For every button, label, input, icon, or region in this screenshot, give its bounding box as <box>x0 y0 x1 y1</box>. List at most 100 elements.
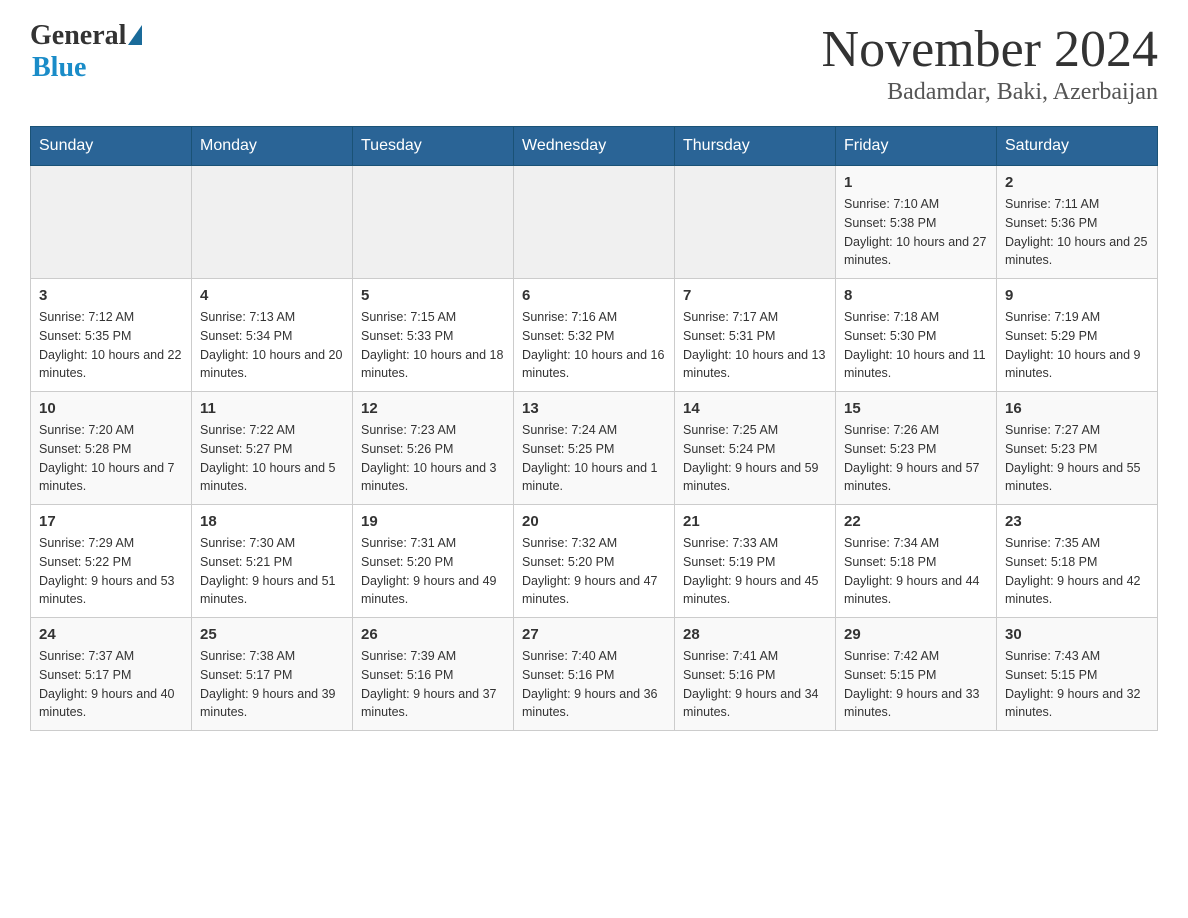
calendar-cell <box>192 166 353 279</box>
day-info: Sunrise: 7:15 AM Sunset: 5:33 PM Dayligh… <box>361 308 505 383</box>
day-info: Sunrise: 7:41 AM Sunset: 5:16 PM Dayligh… <box>683 647 827 722</box>
calendar-cell: 2 Sunrise: 7:11 AM Sunset: 5:36 PM Daylig… <box>997 166 1158 279</box>
day-info: Sunrise: 7:29 AM Sunset: 5:22 PM Dayligh… <box>39 534 183 609</box>
day-number: 11 <box>200 400 344 417</box>
day-number: 29 <box>844 626 988 643</box>
calendar-cell <box>675 166 836 279</box>
calendar-cell: 24Sunrise: 7:37 AM Sunset: 5:17 PM Dayli… <box>31 618 192 731</box>
calendar-cell: 21Sunrise: 7:33 AM Sunset: 5:19 PM Dayli… <box>675 505 836 618</box>
calendar-cell: 8 Sunrise: 7:18 AM Sunset: 5:30 PM Daylig… <box>836 279 997 392</box>
calendar-header-wednesday: Wednesday <box>514 127 675 166</box>
logo-triangle-icon <box>128 25 142 45</box>
day-number: 27 <box>522 626 666 643</box>
logo-general-text: General <box>30 20 126 52</box>
day-info: Sunrise: 7:27 AM Sunset: 5:23 PM Dayligh… <box>1005 421 1149 496</box>
calendar-cell: 3Sunrise: 7:12 AM Sunset: 5:35 PM Daylig… <box>31 279 192 392</box>
day-info: Sunrise: 7:11 AM Sunset: 5:36 PM Dayligh… <box>1005 195 1149 270</box>
calendar-cell: 4Sunrise: 7:13 AM Sunset: 5:34 PM Daylig… <box>192 279 353 392</box>
calendar-cell: 28Sunrise: 7:41 AM Sunset: 5:16 PM Dayli… <box>675 618 836 731</box>
day-info: Sunrise: 7:39 AM Sunset: 5:16 PM Dayligh… <box>361 647 505 722</box>
calendar-header-saturday: Saturday <box>997 127 1158 166</box>
day-number: 23 <box>1005 513 1149 530</box>
day-info: Sunrise: 7:24 AM Sunset: 5:25 PM Dayligh… <box>522 421 666 496</box>
day-number: 1 <box>844 174 988 191</box>
day-info: Sunrise: 7:16 AM Sunset: 5:32 PM Dayligh… <box>522 308 666 383</box>
calendar-cell: 13 Sunrise: 7:24 AM Sunset: 5:25 PM Dayli… <box>514 392 675 505</box>
day-number: 14 <box>683 400 827 417</box>
day-number: 8 <box>844 287 988 304</box>
day-info: Sunrise: 7:17 AM Sunset: 5:31 PM Dayligh… <box>683 308 827 383</box>
day-info: Sunrise: 7:35 AM Sunset: 5:18 PM Dayligh… <box>1005 534 1149 609</box>
day-info: Sunrise: 7:37 AM Sunset: 5:17 PM Dayligh… <box>39 647 183 722</box>
calendar-week-row: 3Sunrise: 7:12 AM Sunset: 5:35 PM Daylig… <box>31 279 1158 392</box>
day-number: 5 <box>361 287 505 304</box>
day-number: 12 <box>361 400 505 417</box>
calendar-cell: 26Sunrise: 7:39 AM Sunset: 5:16 PM Dayli… <box>353 618 514 731</box>
day-number: 25 <box>200 626 344 643</box>
day-number: 4 <box>200 287 344 304</box>
day-info: Sunrise: 7:23 AM Sunset: 5:26 PM Dayligh… <box>361 421 505 496</box>
title-section: November 2024 Badamdar, Baki, Azerbaijan <box>822 20 1158 106</box>
calendar-cell: 11 Sunrise: 7:22 AM Sunset: 5:27 PM Dayli… <box>192 392 353 505</box>
day-info: Sunrise: 7:20 AM Sunset: 5:28 PM Dayligh… <box>39 421 183 496</box>
calendar-cell: 23 Sunrise: 7:35 AM Sunset: 5:18 PM Dayli… <box>997 505 1158 618</box>
day-info: Sunrise: 7:19 AM Sunset: 5:29 PM Dayligh… <box>1005 308 1149 383</box>
calendar-cell <box>514 166 675 279</box>
logo: General Blue <box>30 20 142 84</box>
day-number: 22 <box>844 513 988 530</box>
day-number: 19 <box>361 513 505 530</box>
day-info: Sunrise: 7:26 AM Sunset: 5:23 PM Dayligh… <box>844 421 988 496</box>
day-number: 21 <box>683 513 827 530</box>
day-number: 18 <box>200 513 344 530</box>
day-number: 10 <box>39 400 183 417</box>
day-number: 9 <box>1005 287 1149 304</box>
calendar-cell <box>353 166 514 279</box>
day-number: 30 <box>1005 626 1149 643</box>
day-number: 13 <box>522 400 666 417</box>
calendar-cell: 29Sunrise: 7:42 AM Sunset: 5:15 PM Dayli… <box>836 618 997 731</box>
location-title: Badamdar, Baki, Azerbaijan <box>822 79 1158 106</box>
day-info: Sunrise: 7:18 AM Sunset: 5:30 PM Dayligh… <box>844 308 988 383</box>
calendar-cell: 14 Sunrise: 7:25 AM Sunset: 5:24 PM Dayli… <box>675 392 836 505</box>
day-info: Sunrise: 7:10 AM Sunset: 5:38 PM Dayligh… <box>844 195 988 270</box>
calendar-cell: 10 Sunrise: 7:20 AM Sunset: 5:28 PM Dayli… <box>31 392 192 505</box>
day-number: 20 <box>522 513 666 530</box>
calendar-header-thursday: Thursday <box>675 127 836 166</box>
day-info: Sunrise: 7:43 AM Sunset: 5:15 PM Dayligh… <box>1005 647 1149 722</box>
calendar-cell: 30 Sunrise: 7:43 AM Sunset: 5:15 PM Dayli… <box>997 618 1158 731</box>
day-info: Sunrise: 7:22 AM Sunset: 5:27 PM Dayligh… <box>200 421 344 496</box>
calendar-cell: 16 Sunrise: 7:27 AM Sunset: 5:23 PM Dayli… <box>997 392 1158 505</box>
calendar-cell: 17 Sunrise: 7:29 AM Sunset: 5:22 PM Dayli… <box>31 505 192 618</box>
calendar-cell: 19Sunrise: 7:31 AM Sunset: 5:20 PM Dayli… <box>353 505 514 618</box>
day-info: Sunrise: 7:32 AM Sunset: 5:20 PM Dayligh… <box>522 534 666 609</box>
day-info: Sunrise: 7:30 AM Sunset: 5:21 PM Dayligh… <box>200 534 344 609</box>
calendar-week-row: 1 Sunrise: 7:10 AM Sunset: 5:38 PM Daylig… <box>31 166 1158 279</box>
calendar-cell: 9 Sunrise: 7:19 AM Sunset: 5:29 PM Daylig… <box>997 279 1158 392</box>
month-title: November 2024 <box>822 20 1158 79</box>
calendar-header-sunday: Sunday <box>31 127 192 166</box>
calendar-cell: 22Sunrise: 7:34 AM Sunset: 5:18 PM Dayli… <box>836 505 997 618</box>
calendar-cell: 5 Sunrise: 7:15 AM Sunset: 5:33 PM Daylig… <box>353 279 514 392</box>
day-number: 2 <box>1005 174 1149 191</box>
logo-blue-text: Blue <box>32 52 86 84</box>
calendar-week-row: 17 Sunrise: 7:29 AM Sunset: 5:22 PM Dayli… <box>31 505 1158 618</box>
day-number: 17 <box>39 513 183 530</box>
calendar-week-row: 10 Sunrise: 7:20 AM Sunset: 5:28 PM Dayli… <box>31 392 1158 505</box>
calendar-header-row: SundayMondayTuesdayWednesdayThursdayFrid… <box>31 127 1158 166</box>
calendar-cell: 20 Sunrise: 7:32 AM Sunset: 5:20 PM Dayli… <box>514 505 675 618</box>
calendar-cell: 6Sunrise: 7:16 AM Sunset: 5:32 PM Daylig… <box>514 279 675 392</box>
day-info: Sunrise: 7:25 AM Sunset: 5:24 PM Dayligh… <box>683 421 827 496</box>
calendar-header-tuesday: Tuesday <box>353 127 514 166</box>
day-number: 7 <box>683 287 827 304</box>
page-header: General Blue November 2024 Badamdar, Bak… <box>30 20 1158 106</box>
calendar-week-row: 24Sunrise: 7:37 AM Sunset: 5:17 PM Dayli… <box>31 618 1158 731</box>
day-info: Sunrise: 7:12 AM Sunset: 5:35 PM Dayligh… <box>39 308 183 383</box>
calendar-cell: 12 Sunrise: 7:23 AM Sunset: 5:26 PM Dayli… <box>353 392 514 505</box>
calendar-cell <box>31 166 192 279</box>
day-number: 15 <box>844 400 988 417</box>
calendar-header-monday: Monday <box>192 127 353 166</box>
day-number: 16 <box>1005 400 1149 417</box>
calendar-cell: 1 Sunrise: 7:10 AM Sunset: 5:38 PM Daylig… <box>836 166 997 279</box>
day-info: Sunrise: 7:38 AM Sunset: 5:17 PM Dayligh… <box>200 647 344 722</box>
calendar-cell: 7 Sunrise: 7:17 AM Sunset: 5:31 PM Daylig… <box>675 279 836 392</box>
